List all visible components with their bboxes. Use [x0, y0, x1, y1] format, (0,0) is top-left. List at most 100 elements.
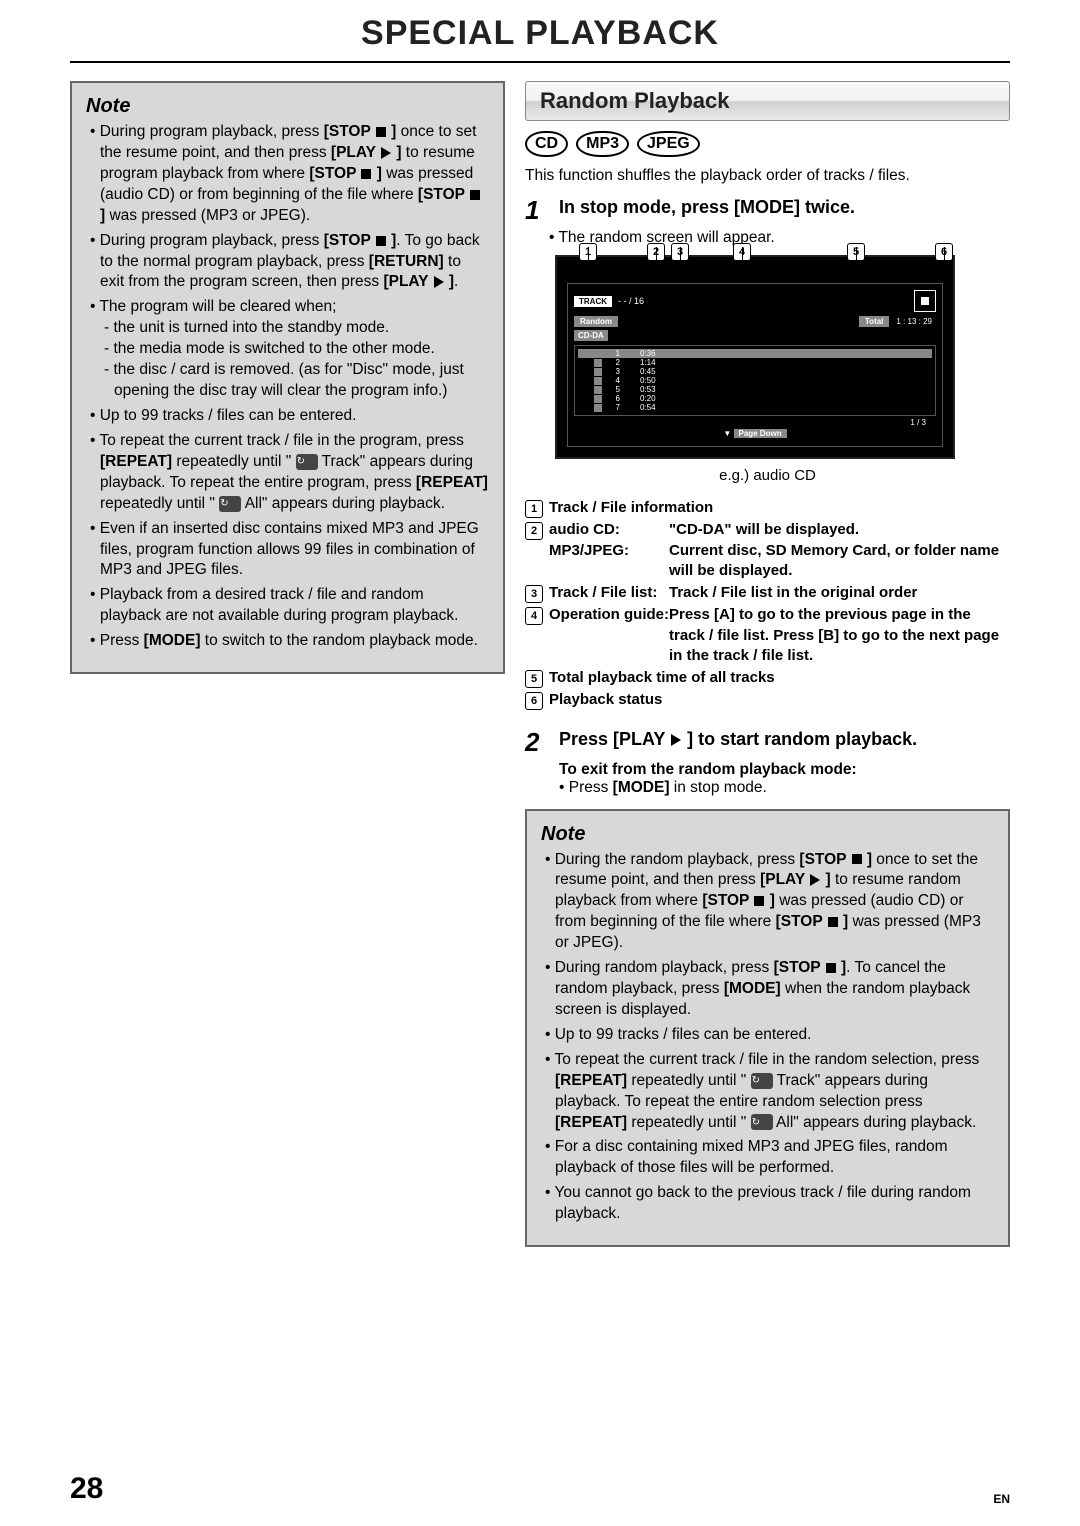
page-down: ▼ Page Down [574, 427, 936, 440]
stop-icon [921, 297, 929, 305]
legend-body: Track / File list:Track / File list in t… [549, 583, 1010, 603]
note-subitem: - the media mode is switched to the othe… [100, 339, 489, 360]
legend-row: 4 Operation guide:Press [A] to go to the … [525, 605, 1010, 666]
note-item: • Up to 99 tracks / files can be entered… [541, 1025, 994, 1046]
note-item: • To repeat the current track / file in … [541, 1050, 994, 1134]
music-icon [594, 350, 602, 358]
right-note-list: • During the random playback, press [STO… [541, 850, 994, 1226]
note-item: • To repeat the current track / file in … [86, 431, 489, 515]
note-subitem: - the disc / card is removed. (as for "D… [100, 360, 489, 402]
exit-heading: To exit from the random playback mode: [525, 761, 1010, 779]
track-row: 60:20 [578, 394, 932, 403]
legend-row: 5Total playback time of all tracks [525, 668, 1010, 688]
legend-body: Total playback time of all tracks [549, 668, 1010, 688]
note-item: • The program will be cleared when;- the… [86, 297, 489, 402]
disc-type-label: CD-DA [574, 330, 608, 341]
play-icon [434, 276, 444, 288]
total-label: Total [859, 316, 890, 327]
track-row: 30:45 [578, 367, 932, 376]
legend-body: Track / File information [549, 498, 1010, 518]
track-count: - - / 16 [618, 296, 644, 306]
legend-row: 6 Playback status [525, 690, 1010, 710]
repeat-icon: ↻ [296, 454, 318, 470]
screen-caption: e.g.) audio CD [525, 467, 1010, 484]
step-2: 2 Press [PLAY ] to start random playback… [525, 729, 1010, 755]
step-number: 1 [525, 197, 549, 223]
track-row: 40:50 [578, 376, 932, 385]
right-column: Random Playback CDMP3JPEG This function … [525, 81, 1010, 1247]
step-text: Press [PLAY ] to start random playback. [559, 729, 917, 755]
legend-number: 4 [525, 607, 543, 625]
legend-body: Operation guide:Press [A] to go to the p… [549, 605, 1010, 666]
step-1: 1 In stop mode, press [MODE] twice. [525, 197, 1010, 223]
screen-top: TRACK - - / 16 [574, 290, 936, 312]
repeat-icon: ↻ [751, 1073, 773, 1089]
stop-icon [754, 896, 764, 906]
note-item: • Even if an inserted disc contains mixe… [86, 519, 489, 582]
track-row: 50:53 [578, 385, 932, 394]
track-row: 70:54 [578, 403, 932, 412]
stop-icon [828, 917, 838, 927]
music-icon [594, 368, 602, 376]
legend-body: Playback status [549, 690, 1010, 710]
mode-label: Random [574, 316, 618, 327]
page: SPECIAL PLAYBACK Note • During program p… [0, 0, 1080, 1277]
random-screen: 123456 TRACK - - / 16 Random Total [555, 255, 955, 459]
legend-row: 3Track / File list:Track / File list in … [525, 583, 1010, 603]
columns: Note • During program playback, press [S… [70, 81, 1010, 1247]
stop-icon [852, 854, 862, 864]
note-item: • During program playback, press [STOP ]… [86, 231, 489, 294]
left-note-box: Note • During program playback, press [S… [70, 81, 505, 674]
music-icon [594, 359, 602, 367]
note-item: • During random playback, press [STOP ].… [541, 958, 994, 1021]
page-indicator: 1 / 3 [574, 416, 936, 427]
legend: 1Track / File information2audio CD:"CD-D… [525, 498, 1010, 711]
play-icon [810, 874, 820, 886]
right-note-box: Note • During the random playback, press… [525, 809, 1010, 1248]
exit-sub: • Press [MODE] in stop mode. [525, 779, 1010, 797]
page-title: SPECIAL PLAYBACK [70, 10, 1010, 61]
music-icon [594, 377, 602, 385]
music-icon [594, 386, 602, 394]
track-list: 10:3621:1430:4540:5050:5360:2070:54 [574, 345, 936, 416]
stop-icon [376, 236, 386, 246]
step-number: 2 [525, 729, 549, 755]
music-icon [594, 395, 602, 403]
repeat-icon: ↻ [751, 1114, 773, 1130]
screen-inner: TRACK - - / 16 Random Total 1 : 13 : 29 … [567, 283, 943, 447]
screen-wrap: 123456 TRACK - - / 16 Random Total [525, 255, 1010, 459]
note-item: • During program playback, press [STOP ]… [86, 122, 489, 227]
language-label: EN [993, 1492, 1010, 1506]
track-row: 10:36 [578, 349, 932, 358]
note-subitem: - the unit is turned into the standby mo… [100, 318, 489, 339]
play-icon [671, 734, 681, 746]
play-icon [381, 147, 391, 159]
mode-row: Random Total 1 : 13 : 29 [574, 316, 936, 327]
footer: 28 EN [70, 1472, 1010, 1506]
repeat-icon: ↻ [219, 496, 241, 512]
left-note-list: • During program playback, press [STOP ]… [86, 122, 489, 652]
note-item: • You cannot go back to the previous tra… [541, 1183, 994, 1225]
disc-icon: MP3 [576, 131, 629, 157]
music-icon [594, 404, 602, 412]
track-info: TRACK - - / 16 [574, 296, 644, 307]
playback-status-icon [914, 290, 936, 312]
page-number: 28 [70, 1472, 103, 1506]
legend-row: 1Track / File information [525, 498, 1010, 518]
stop-icon [376, 127, 386, 137]
step-text: In stop mode, press [MODE] twice. [559, 197, 855, 223]
legend-number: 6 [525, 692, 543, 710]
legend-row: 2audio CD:"CD-DA" will be displayed.MP3/… [525, 520, 1010, 581]
callouts: 123456 [557, 243, 953, 263]
note-item: • During the random playback, press [STO… [541, 850, 994, 955]
stop-icon [826, 963, 836, 973]
legend-number: 2 [525, 522, 543, 540]
note-heading: Note [86, 95, 489, 118]
total-time: 1 : 13 : 29 [892, 317, 936, 326]
intro-text: This function shuffles the playback orde… [525, 167, 1010, 185]
disc-icons: CDMP3JPEG [525, 131, 1010, 157]
section-header: Random Playback [525, 81, 1010, 121]
disc-icon: CD [525, 131, 568, 157]
note-heading: Note [541, 823, 994, 846]
note-item: • For a disc containing mixed MP3 and JP… [541, 1137, 994, 1179]
